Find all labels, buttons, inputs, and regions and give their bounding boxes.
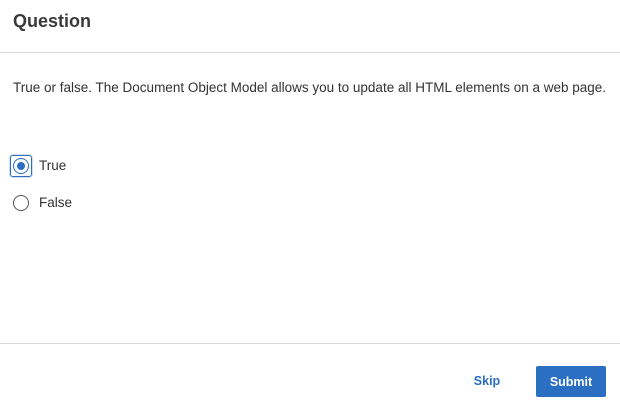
option-true-label[interactable]: True <box>39 157 66 175</box>
radio-focus-ring <box>10 155 32 177</box>
option-true[interactable]: True <box>10 153 72 179</box>
radio-wrap <box>10 192 32 214</box>
option-false-label[interactable]: False <box>39 194 72 212</box>
radio-selected-dot <box>17 162 25 170</box>
submit-button[interactable]: Submit <box>536 366 606 397</box>
answer-options: True False <box>10 153 72 227</box>
radio-true[interactable] <box>13 158 29 174</box>
question-text: True or false. The Document Object Model… <box>13 80 607 95</box>
dialog-footer: Skip Submit <box>0 343 620 412</box>
question-dialog: Question True or false. The Document Obj… <box>0 0 620 412</box>
skip-button[interactable]: Skip <box>460 366 514 396</box>
option-false[interactable]: False <box>10 190 72 216</box>
dialog-title: Question <box>13 11 92 31</box>
radio-false[interactable] <box>13 195 29 211</box>
dialog-header: Question <box>0 0 620 53</box>
